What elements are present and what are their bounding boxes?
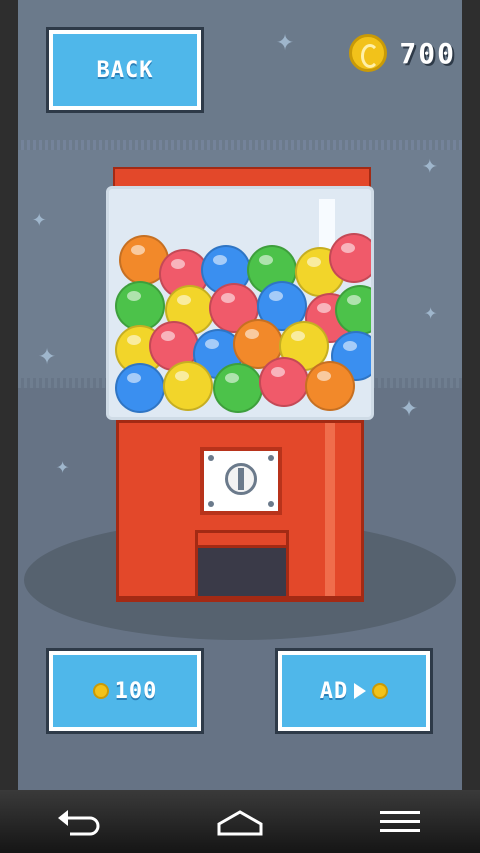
gumball [305,361,355,411]
gumball-globe [106,186,374,420]
sparkle-icon: ✦ [424,300,438,325]
gumball [329,233,371,283]
buy-with-coins-button[interactable]: 100 [46,648,204,734]
menu-icon [380,810,420,832]
back-arrow-icon [58,809,100,835]
sparkle-icon: ✦ [422,150,438,180]
left-bezel [0,0,18,790]
buy-price-label: 100 [114,678,158,704]
gumball-chute [195,530,289,600]
play-icon [354,683,367,699]
nav-back-button[interactable] [50,802,110,842]
gumball [259,357,309,407]
coin-count: 700 [399,36,456,70]
coin-counter: 700 [349,34,456,72]
watch-ad-button[interactable]: AD [275,648,433,734]
sparkle-icon: ✦ [38,337,57,372]
back-button-label: BACK [96,57,154,83]
nav-home-button[interactable] [210,802,270,842]
sparkle-icon: ✦ [32,204,47,232]
gumball [115,281,165,331]
crank-knob-icon[interactable] [225,463,257,495]
ad-label: AD [319,678,349,704]
home-icon [217,809,263,835]
gumball [115,363,165,413]
coin-slot-plate[interactable] [200,447,282,515]
coin-icon [349,34,388,72]
right-bezel [462,0,480,790]
sparkle-icon: ✦ [56,454,70,479]
sparkle-icon: ✦ [276,23,295,58]
back-button[interactable]: BACK [46,27,204,113]
system-navigation-bar [0,790,480,853]
gumball [213,363,263,413]
gumball [163,361,213,411]
coin-icon [92,683,109,699]
sparkle-icon: ✦ [400,389,419,424]
coin-icon [372,683,389,699]
nav-menu-button[interactable] [370,802,430,842]
